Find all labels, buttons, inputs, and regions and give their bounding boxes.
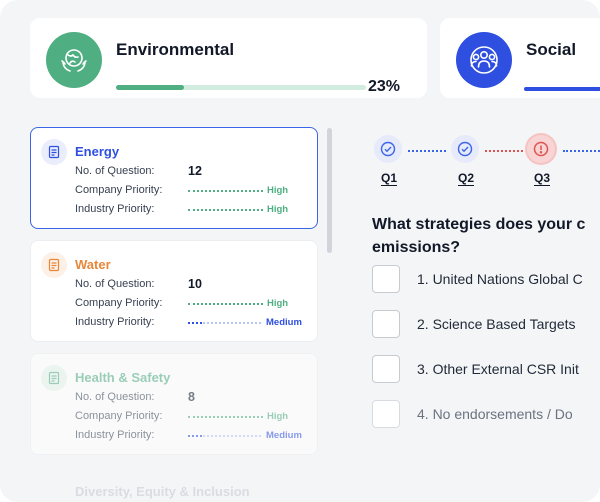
questions-label: No. of Question:	[75, 278, 155, 290]
company-priority-dots	[188, 190, 263, 192]
step-label: Q1	[380, 171, 397, 185]
industry-priority-label: Industry Priority:	[75, 316, 155, 328]
social-progress-bar	[524, 87, 600, 91]
app-frame: Environmental 23% Social Energy No. of Q…	[0, 0, 600, 502]
option-checkbox[interactable]	[372, 310, 400, 338]
topic-title: Health & Safety	[75, 370, 171, 385]
alert-icon	[527, 135, 555, 163]
industry-priority-level: Medium	[266, 430, 302, 441]
people-group-icon	[456, 32, 512, 88]
questions-label: No. of Question:	[75, 165, 155, 177]
answer-option-1[interactable]: 1. United Nations Global C	[372, 265, 583, 293]
topic-card-energy[interactable]: Energy No. of Question: 12 Company Prior…	[30, 127, 318, 229]
option-label: 1. United Nations Global C	[417, 271, 583, 287]
step-q3[interactable]: Q3	[527, 135, 557, 185]
step-q1[interactable]: Q1	[374, 135, 404, 185]
environmental-progress-percent: 23%	[368, 78, 401, 95]
option-checkbox[interactable]	[372, 400, 400, 428]
step-connector-error	[485, 150, 523, 152]
topic-list[interactable]: Energy No. of Question: 12 Company Prior…	[20, 115, 338, 465]
step-q2[interactable]: Q2	[451, 135, 481, 185]
answer-option-4[interactable]: 4. No endorsements / Do	[372, 400, 573, 428]
check-icon	[451, 135, 479, 163]
industry-priority-label: Industry Priority:	[75, 429, 155, 441]
topic-card-water[interactable]: Water No. of Question: 10 Company Priori…	[30, 240, 318, 342]
industry-priority-level: Medium	[266, 317, 302, 328]
environmental-progress-fill	[116, 85, 184, 90]
company-priority-dots	[188, 303, 263, 305]
category-title-environmental: Environmental	[116, 40, 235, 59]
category-card-social[interactable]: Social	[440, 18, 600, 98]
industry-priority-label: Industry Priority:	[75, 203, 155, 215]
option-label: 3. Other External CSR Init	[417, 361, 579, 377]
option-checkbox[interactable]	[372, 265, 400, 293]
question-count: 8	[188, 390, 195, 404]
industry-priority-level: High	[267, 204, 289, 215]
health-safety-document-icon	[41, 365, 67, 391]
step-connector	[563, 150, 600, 152]
energy-document-icon	[41, 139, 67, 165]
company-priority-label: Company Priority:	[75, 410, 163, 422]
question-count: 10	[188, 277, 202, 291]
check-icon	[374, 135, 402, 163]
company-priority-dots	[188, 416, 263, 418]
step-connector	[408, 150, 446, 152]
question-text: What strategies does your c emissions?	[372, 216, 586, 256]
category-card-environmental[interactable]: Environmental 23%	[30, 18, 427, 98]
industry-priority-dots	[188, 209, 263, 211]
next-topic-title[interactable]: Diversity, Equity & Inclusion	[75, 484, 250, 499]
environmental-progress-bar	[116, 85, 366, 90]
option-label: 4. No endorsements / Do	[417, 406, 573, 422]
industry-priority-dots-filled	[188, 435, 202, 437]
answer-option-3[interactable]: 3. Other External CSR Init	[372, 355, 579, 383]
topic-card-health-safety[interactable]: Health & Safety No. of Question: 8 Compa…	[30, 353, 318, 455]
answer-option-2[interactable]: 2. Science Based Targets	[372, 310, 576, 338]
category-title-social: Social	[526, 40, 577, 59]
globe-leaf-icon	[46, 32, 102, 88]
industry-priority-dots-empty	[203, 435, 261, 437]
option-checkbox[interactable]	[372, 355, 400, 383]
topic-title: Water	[75, 257, 111, 272]
company-priority-level: High	[267, 411, 289, 422]
option-label: 2. Science Based Targets	[417, 316, 576, 332]
question-panel: Q1 Q2 Q3 What strategies does your c emi…	[350, 115, 600, 465]
water-document-icon	[41, 252, 67, 278]
step-label: Q2	[457, 171, 474, 185]
questions-label: No. of Question:	[75, 391, 155, 403]
company-priority-level: High	[267, 185, 289, 196]
topic-list-scrollbar[interactable]	[327, 128, 332, 253]
industry-priority-dots-filled	[188, 322, 202, 324]
industry-priority-dots-empty	[203, 322, 261, 324]
topic-title: Energy	[75, 144, 120, 159]
company-priority-label: Company Priority:	[75, 297, 163, 309]
company-priority-level: High	[267, 298, 289, 309]
question-count: 12	[188, 164, 202, 178]
company-priority-label: Company Priority:	[75, 184, 163, 196]
step-label: Q3	[533, 171, 550, 185]
